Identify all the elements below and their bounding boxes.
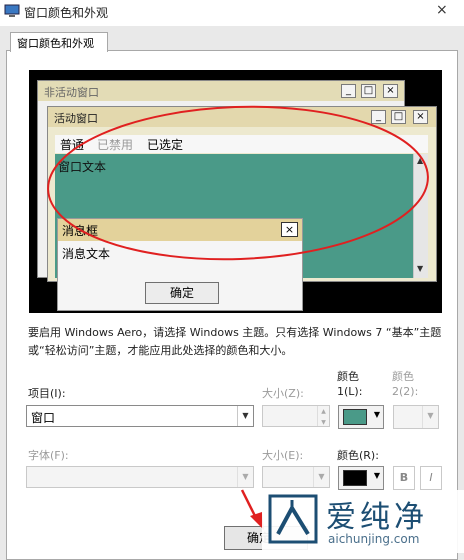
italic-button[interactable]: I <box>420 466 442 490</box>
window-text: 窗口文本 <box>58 160 107 174</box>
close-icon[interactable]: × <box>436 2 448 18</box>
chevron-down-icon: ▼ <box>373 410 380 419</box>
watermark-name: 爱纯净 <box>326 500 428 535</box>
maximize-icon: □ <box>391 110 406 124</box>
font-color-button[interactable]: ▼ <box>338 466 384 490</box>
menu-normal: 普通 <box>60 138 85 152</box>
close-icon: × <box>281 222 298 237</box>
preview-menubar: 普通 已禁用 已选定 <box>55 135 428 153</box>
color1-button[interactable]: ▼ <box>338 405 384 429</box>
color2-label: 颜色 <box>392 370 414 383</box>
item-select[interactable]: 窗口 ▼ <box>26 405 254 427</box>
font-color-swatch <box>343 470 367 486</box>
spin-arrows[interactable]: ▲ ▼ <box>317 406 329 426</box>
message-box-title: 消息框 <box>58 219 302 241</box>
minimize-icon: _ <box>341 84 356 98</box>
font-label: 字体(F): <box>28 449 69 462</box>
chevron-down-icon: ▼ <box>422 406 438 428</box>
item-select-value: 窗口 <box>31 411 56 425</box>
size2-label: 大小(E): <box>262 449 304 462</box>
font-select[interactable]: ▼ <box>26 466 254 488</box>
monitor-icon <box>4 4 20 17</box>
preview-ok-button: 确定 <box>145 282 219 304</box>
item-label: 项目(I): <box>28 387 66 400</box>
chevron-down-icon: ▼ <box>313 467 329 487</box>
scroll-down-icon: ▼ <box>417 264 424 273</box>
color1-swatch <box>343 409 367 425</box>
preview-scrollbar: ▲ ▼ <box>413 154 428 278</box>
watermark-logo-icon <box>268 494 318 544</box>
tab-window-color[interactable]: 窗口颜色和外观 <box>10 32 108 52</box>
chevron-down-icon: ▼ <box>373 471 380 480</box>
chevron-down-icon: ▼ <box>237 406 253 426</box>
minimize-icon: _ <box>371 110 386 124</box>
maximize-icon: □ <box>361 84 376 98</box>
scroll-up-icon: ▲ <box>417 156 424 165</box>
message-text: 消息文本 <box>62 247 111 261</box>
description-text: 要启用 Windows Aero，请选择 Windows 主题。只有选择 Win… <box>28 326 442 357</box>
color2-button[interactable]: ▼ <box>393 405 439 429</box>
chevron-down-icon: ▼ <box>237 467 253 487</box>
close-icon: × <box>413 110 428 124</box>
close-icon: × <box>383 84 398 98</box>
size2-select[interactable]: ▼ <box>262 466 330 488</box>
spin-down-icon: ▼ <box>321 419 326 426</box>
window-title: 窗口颜色和外观 <box>24 6 109 20</box>
color2-sublabel: 2(2): <box>392 385 419 398</box>
watermark-url: aichunjing.com <box>328 532 420 546</box>
menu-disabled: 已禁用 <box>97 138 134 152</box>
menu-selected: 已选定 <box>147 138 184 152</box>
watermark: 爱纯净 aichunjing.com <box>262 490 464 553</box>
spin-up-icon: ▲ <box>321 408 326 415</box>
color-r-label: 颜色(R): <box>337 449 379 462</box>
color1-sublabel: 1(L): <box>337 385 363 398</box>
bold-button[interactable]: B <box>393 466 415 490</box>
size1-stepper[interactable]: ▲ ▼ <box>262 405 330 427</box>
color1-label: 颜色 <box>337 370 359 383</box>
size1-label: 大小(Z): <box>262 387 304 400</box>
